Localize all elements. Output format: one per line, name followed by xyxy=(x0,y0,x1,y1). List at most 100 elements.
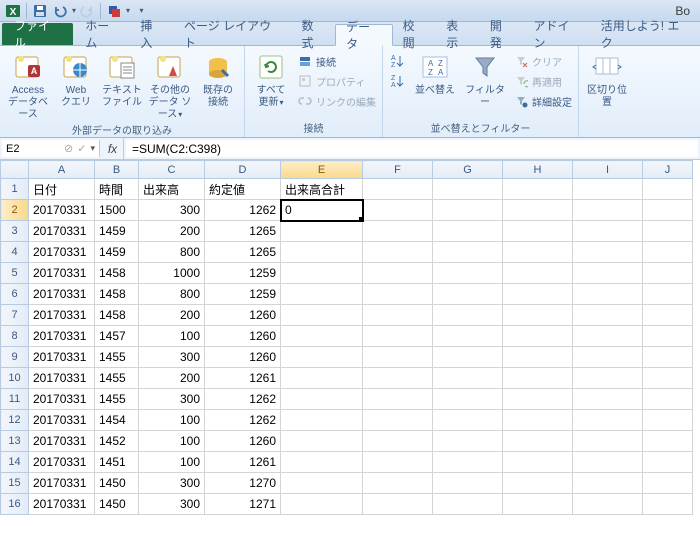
cell[interactable] xyxy=(433,473,503,494)
row-header[interactable]: 10 xyxy=(1,368,29,389)
cell[interactable]: 100 xyxy=(139,410,205,431)
cell[interactable]: 200 xyxy=(139,221,205,242)
cell[interactable] xyxy=(363,263,433,284)
qat-dropdown-icon[interactable]: ▾ xyxy=(126,6,130,15)
cell[interactable]: 20170331 xyxy=(29,389,95,410)
tab-extra[interactable]: 活用しよう! エク xyxy=(591,23,700,45)
cell[interactable]: 1260 xyxy=(205,305,281,326)
existing-connections-button[interactable]: 既存の 接続 xyxy=(196,49,240,109)
cell[interactable] xyxy=(433,305,503,326)
tab-data[interactable]: データ xyxy=(335,24,392,46)
cell[interactable] xyxy=(643,473,693,494)
cell[interactable]: 300 xyxy=(139,494,205,515)
cell[interactable]: 20170331 xyxy=(29,242,95,263)
cell[interactable] xyxy=(503,326,573,347)
cell[interactable] xyxy=(643,200,693,221)
cell[interactable]: 1259 xyxy=(205,263,281,284)
cell[interactable] xyxy=(503,200,573,221)
cell[interactable]: 300 xyxy=(139,347,205,368)
cell[interactable] xyxy=(573,389,643,410)
cell[interactable] xyxy=(643,389,693,410)
cell[interactable] xyxy=(573,473,643,494)
cell[interactable] xyxy=(503,263,573,284)
cell[interactable]: 1262 xyxy=(205,410,281,431)
reapply-button[interactable]: 再適用 xyxy=(511,71,574,91)
cell[interactable]: 20170331 xyxy=(29,368,95,389)
cell[interactable]: 20170331 xyxy=(29,284,95,305)
connections-button[interactable]: 接続 xyxy=(295,51,378,71)
cell[interactable] xyxy=(503,242,573,263)
cell[interactable]: 300 xyxy=(139,389,205,410)
cell[interactable] xyxy=(573,368,643,389)
cell[interactable] xyxy=(433,263,503,284)
cell[interactable] xyxy=(433,431,503,452)
cell[interactable] xyxy=(281,305,363,326)
cell[interactable]: 800 xyxy=(139,242,205,263)
cell[interactable] xyxy=(503,347,573,368)
tab-developer[interactable]: 開発 xyxy=(480,23,524,45)
cell[interactable] xyxy=(363,347,433,368)
cell[interactable] xyxy=(503,431,573,452)
tab-file[interactable]: ファイル xyxy=(2,23,73,45)
cell[interactable]: 20170331 xyxy=(29,473,95,494)
cell[interactable]: 100 xyxy=(139,431,205,452)
cell[interactable] xyxy=(281,410,363,431)
row-header[interactable]: 4 xyxy=(1,242,29,263)
cell[interactable] xyxy=(433,452,503,473)
column-header[interactable]: J xyxy=(643,161,693,179)
cell[interactable]: 1500 xyxy=(95,200,139,221)
cell[interactable] xyxy=(281,473,363,494)
cell[interactable]: 1457 xyxy=(95,326,139,347)
cell[interactable] xyxy=(281,431,363,452)
cell[interactable] xyxy=(643,263,693,284)
cell[interactable] xyxy=(573,452,643,473)
cell[interactable]: 1450 xyxy=(95,494,139,515)
cell[interactable]: 時間 xyxy=(95,179,139,200)
row-header[interactable]: 15 xyxy=(1,473,29,494)
cell[interactable]: 20170331 xyxy=(29,200,95,221)
cell[interactable] xyxy=(503,368,573,389)
cell[interactable] xyxy=(281,221,363,242)
column-header[interactable]: F xyxy=(363,161,433,179)
cell[interactable]: 300 xyxy=(139,473,205,494)
cell[interactable] xyxy=(503,494,573,515)
cell[interactable] xyxy=(433,221,503,242)
cell[interactable]: 800 xyxy=(139,284,205,305)
cell[interactable] xyxy=(363,242,433,263)
cell[interactable] xyxy=(363,200,433,221)
cell[interactable] xyxy=(433,284,503,305)
cell[interactable]: 20170331 xyxy=(29,326,95,347)
cell[interactable] xyxy=(281,494,363,515)
column-header[interactable]: B xyxy=(95,161,139,179)
cell[interactable]: 1459 xyxy=(95,221,139,242)
row-header[interactable]: 12 xyxy=(1,410,29,431)
cell[interactable] xyxy=(363,473,433,494)
cell[interactable] xyxy=(281,242,363,263)
row-header[interactable]: 2 xyxy=(1,200,29,221)
cell[interactable]: 20170331 xyxy=(29,410,95,431)
properties-button[interactable]: プロパティ xyxy=(295,71,378,91)
row-header[interactable]: 9 xyxy=(1,347,29,368)
cell[interactable] xyxy=(643,326,693,347)
cell[interactable]: 1262 xyxy=(205,389,281,410)
row-header[interactable]: 6 xyxy=(1,284,29,305)
cell[interactable] xyxy=(433,410,503,431)
from-other-sources-button[interactable]: その他の データ ソース▾ xyxy=(146,49,194,121)
cell[interactable]: 出来高 xyxy=(139,179,205,200)
cell[interactable] xyxy=(573,305,643,326)
cell[interactable]: 1265 xyxy=(205,221,281,242)
column-header[interactable]: G xyxy=(433,161,503,179)
column-header[interactable]: A xyxy=(29,161,95,179)
cell[interactable]: 20170331 xyxy=(29,221,95,242)
cell[interactable] xyxy=(643,368,693,389)
from-access-button[interactable]: A Access データベース xyxy=(4,49,52,121)
cell[interactable] xyxy=(281,389,363,410)
cell[interactable] xyxy=(643,410,693,431)
filter-button[interactable]: フィルター xyxy=(461,49,509,109)
cell[interactable] xyxy=(503,284,573,305)
cell[interactable] xyxy=(643,179,693,200)
cell[interactable]: 1261 xyxy=(205,452,281,473)
cell[interactable]: 20170331 xyxy=(29,494,95,515)
name-box[interactable]: E2 ⊘✓▾ xyxy=(2,140,100,157)
row-header[interactable]: 1 xyxy=(1,179,29,200)
